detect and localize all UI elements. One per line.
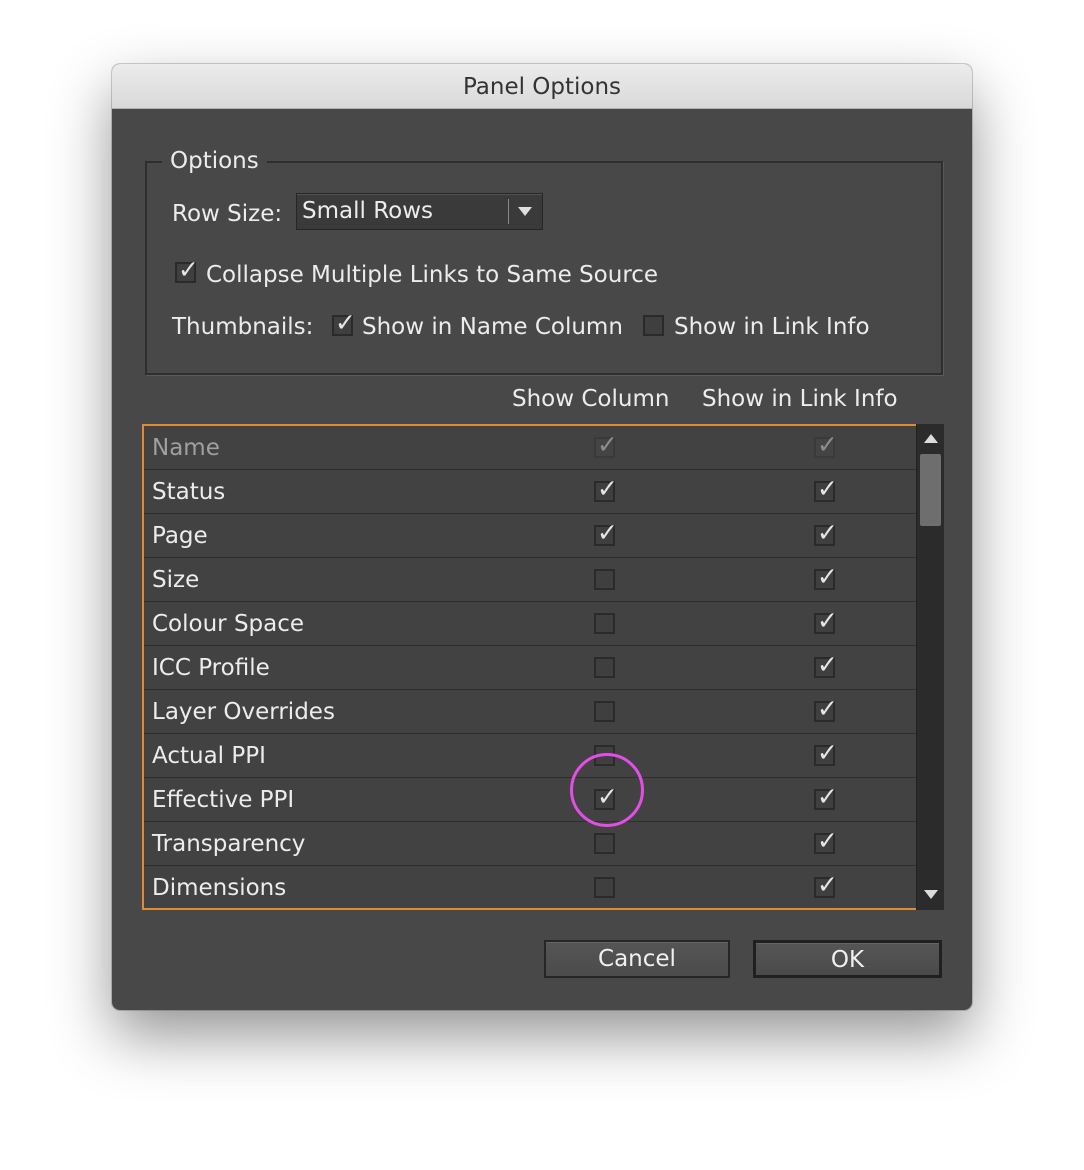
thumb-name-column-label[interactable]: Show in Name Column bbox=[362, 312, 623, 342]
row-label: Status bbox=[152, 479, 226, 505]
show-column-checkbox[interactable] bbox=[594, 613, 615, 634]
list-row: Effective PPI ✓ ✓ bbox=[144, 778, 916, 822]
row-label: Colour Space bbox=[152, 611, 305, 637]
show-in-link-info-header: Show in Link Info bbox=[702, 386, 898, 412]
show-in-link-info-checkbox[interactable]: ✓ bbox=[814, 784, 838, 810]
list-row: Name ✓ ✓ bbox=[144, 426, 916, 470]
row-label: Effective PPI bbox=[152, 787, 295, 813]
row-label: Transparency bbox=[152, 831, 306, 857]
ok-button[interactable]: OK bbox=[753, 940, 942, 978]
list-scrollbar[interactable] bbox=[916, 424, 944, 910]
list-row: Dimensions ✓ bbox=[144, 866, 916, 908]
show-in-link-info-checkbox: ✓ bbox=[814, 432, 838, 458]
show-in-link-info-checkbox[interactable]: ✓ bbox=[814, 740, 838, 766]
window-title: Panel Options bbox=[112, 64, 972, 109]
list-row: Actual PPI ✓ bbox=[144, 734, 916, 778]
row-size-label: Row Size: bbox=[172, 201, 283, 227]
row-label: Name bbox=[152, 435, 220, 461]
row-label: Actual PPI bbox=[152, 743, 266, 769]
show-column-checkbox[interactable]: ✓ bbox=[594, 476, 618, 502]
row-size-select[interactable]: Small Rows bbox=[296, 193, 543, 230]
checkmark-icon: ✓ bbox=[335, 308, 356, 337]
show-column-checkbox[interactable] bbox=[594, 745, 615, 766]
list-row: Transparency ✓ bbox=[144, 822, 916, 866]
checkmark-icon: ✓ bbox=[817, 870, 838, 899]
checkmark-icon: ✓ bbox=[597, 474, 618, 503]
show-column-checkbox: ✓ bbox=[594, 432, 618, 458]
show-in-link-info-checkbox[interactable]: ✓ bbox=[814, 564, 838, 590]
collapse-links-checkbox[interactable]: ✓ bbox=[175, 257, 199, 283]
show-in-link-info-checkbox[interactable]: ✓ bbox=[814, 652, 838, 678]
checkmark-icon: ✓ bbox=[817, 782, 838, 811]
row-label: ICC Profile bbox=[152, 655, 270, 681]
checkmark-icon: ✓ bbox=[817, 738, 838, 767]
thumb-name-column-checkbox[interactable]: ✓ bbox=[332, 310, 356, 336]
scroll-thumb[interactable] bbox=[920, 454, 941, 526]
show-in-link-info-checkbox[interactable]: ✓ bbox=[814, 608, 838, 634]
thumb-link-info-label[interactable]: Show in Link Info bbox=[674, 312, 870, 342]
thumbnails-label: Thumbnails: bbox=[172, 314, 314, 340]
show-column-checkbox[interactable]: ✓ bbox=[594, 784, 618, 810]
checkmark-icon: ✓ bbox=[597, 782, 618, 811]
cancel-button[interactable]: Cancel bbox=[544, 940, 730, 978]
checkmark-icon: ✓ bbox=[817, 562, 838, 591]
show-column-checkbox[interactable] bbox=[594, 657, 615, 678]
show-column-header: Show Column bbox=[512, 386, 670, 412]
show-column-checkbox[interactable] bbox=[594, 877, 615, 898]
thumb-link-info-checkbox[interactable] bbox=[643, 315, 664, 336]
panel-options-dialog: Panel Options Options Row Size: Small Ro… bbox=[112, 64, 972, 1010]
row-label: Size bbox=[152, 567, 200, 593]
checkmark-icon: ✓ bbox=[817, 606, 838, 635]
checkmark-icon: ✓ bbox=[817, 694, 838, 723]
triangle-down-icon[interactable] bbox=[924, 890, 938, 899]
list-row: Page ✓ ✓ bbox=[144, 514, 916, 558]
checkmark-icon: ✓ bbox=[597, 518, 618, 547]
show-column-checkbox[interactable] bbox=[594, 701, 615, 722]
checkmark-icon: ✓ bbox=[817, 826, 838, 855]
show-in-link-info-checkbox[interactable]: ✓ bbox=[814, 872, 838, 898]
column-list[interactable]: Name ✓ ✓ Status ✓ ✓ Page ✓ ✓ Size ✓ Colour Space ✓ IC… bbox=[142, 424, 918, 910]
show-column-checkbox[interactable]: ✓ bbox=[594, 520, 618, 546]
row-label: Page bbox=[152, 523, 208, 549]
show-in-link-info-checkbox[interactable]: ✓ bbox=[814, 520, 838, 546]
triangle-down-icon bbox=[518, 207, 532, 216]
checkmark-icon: ✓ bbox=[817, 650, 838, 679]
show-in-link-info-checkbox[interactable]: ✓ bbox=[814, 696, 838, 722]
show-column-checkbox[interactable] bbox=[594, 833, 615, 854]
row-label: Dimensions bbox=[152, 875, 287, 901]
collapse-links-label[interactable]: Collapse Multiple Links to Same Source bbox=[206, 260, 658, 290]
checkmark-icon: ✓ bbox=[817, 518, 838, 547]
checkmark-icon: ✓ bbox=[178, 255, 199, 284]
list-row: ICC Profile ✓ bbox=[144, 646, 916, 690]
select-divider bbox=[508, 199, 509, 224]
show-in-link-info-checkbox[interactable]: ✓ bbox=[814, 476, 838, 502]
checkmark-icon: ✓ bbox=[817, 430, 838, 459]
list-row: Colour Space ✓ bbox=[144, 602, 916, 646]
show-column-checkbox[interactable] bbox=[594, 569, 615, 590]
show-in-link-info-checkbox[interactable]: ✓ bbox=[814, 828, 838, 854]
list-row: Layer Overrides ✓ bbox=[144, 690, 916, 734]
checkmark-icon: ✓ bbox=[597, 430, 618, 459]
triangle-up-icon[interactable] bbox=[924, 434, 938, 443]
checkmark-icon: ✓ bbox=[817, 474, 838, 503]
list-row: Size ✓ bbox=[144, 558, 916, 602]
row-size-value: Small Rows bbox=[302, 198, 434, 224]
options-legend: Options bbox=[162, 144, 267, 178]
row-label: Layer Overrides bbox=[152, 699, 335, 725]
list-row: Status ✓ ✓ bbox=[144, 470, 916, 514]
